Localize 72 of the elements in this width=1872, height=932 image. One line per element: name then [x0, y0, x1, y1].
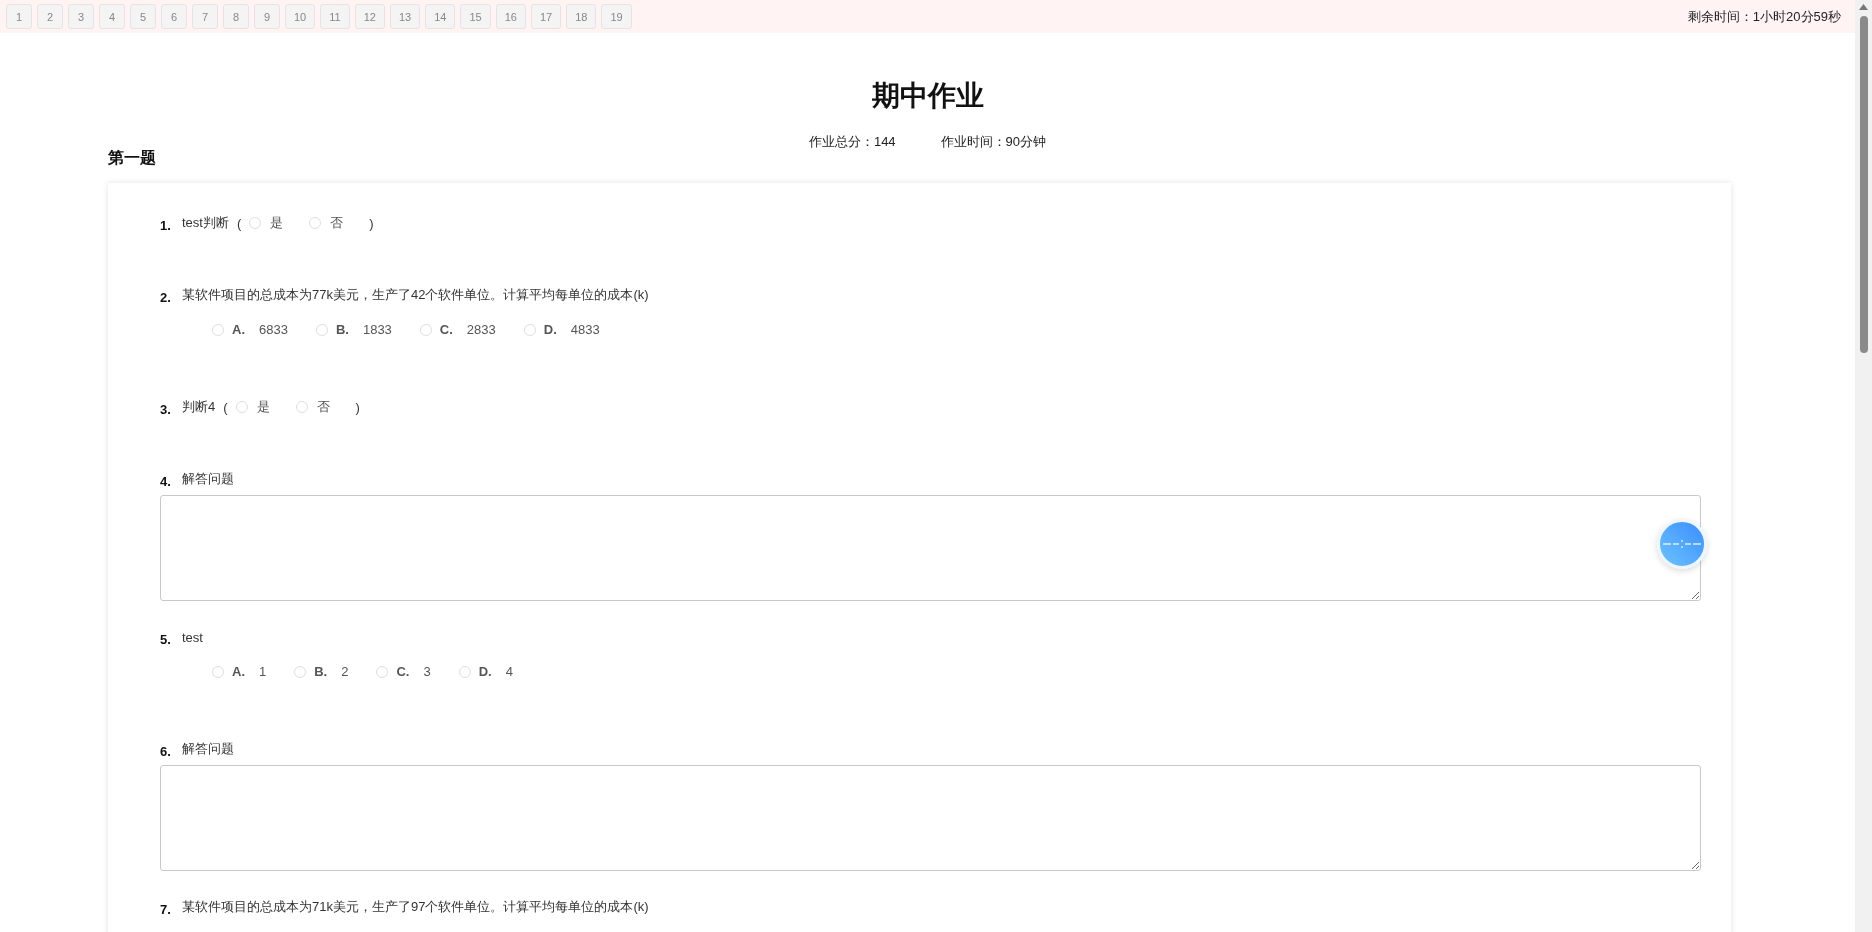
option-label: D. 4833 — [543, 322, 600, 337]
option-label: 否 — [316, 398, 330, 416]
question-number: 2. — [160, 290, 172, 305]
answer-box[interactable] — [160, 765, 1701, 871]
option-label: B. 1833 — [335, 322, 392, 337]
question-text: 解答问题 — [182, 470, 234, 488]
question-nav-button[interactable]: 3 — [68, 4, 94, 29]
dashed-line-icon — [1662, 538, 1702, 550]
question-nav-button[interactable]: 19 — [601, 4, 632, 29]
question-nav-button[interactable]: 13 — [389, 4, 421, 29]
question-number: 4. — [160, 474, 172, 489]
radio-button[interactable] — [235, 401, 248, 413]
option-label: C. 2833 — [439, 322, 496, 337]
question-nav-button[interactable]: 11 — [320, 4, 350, 29]
question-number: 7. — [160, 902, 172, 917]
question-nav-button[interactable]: 18 — [566, 4, 597, 29]
question-number: 3. — [160, 402, 172, 417]
radio-button[interactable] — [295, 401, 308, 413]
radio-button[interactable] — [249, 217, 262, 229]
radio-button[interactable] — [309, 217, 322, 229]
question-number: 5. — [160, 632, 172, 647]
question-text: 解答问题 — [182, 740, 234, 758]
option-label: C. 3 — [396, 664, 431, 679]
question-nav-button[interactable]: 14 — [425, 4, 456, 29]
question-nav-button[interactable]: 9 — [254, 4, 280, 29]
bracket: ( — [236, 215, 242, 231]
question-text: 判断4 — [182, 398, 216, 416]
radio-button[interactable] — [212, 323, 224, 336]
radio-button[interactable] — [458, 665, 471, 678]
question-nav-button[interactable]: 2 — [37, 4, 63, 29]
option-label: 是 — [270, 214, 284, 232]
radio-button[interactable] — [419, 323, 432, 336]
radio-button[interactable] — [315, 323, 328, 336]
bracket: ) — [355, 399, 360, 415]
question-nav-button[interactable]: 6 — [161, 4, 187, 29]
radio-button[interactable] — [523, 323, 536, 336]
question-nav-button[interactable]: 10 — [285, 4, 316, 29]
question-nav-button[interactable]: 5 — [130, 4, 156, 29]
question-text: test — [182, 629, 203, 645]
answer-box[interactable] — [160, 495, 1701, 601]
question-nav-button[interactable]: 17 — [530, 4, 562, 29]
bracket: ( — [223, 399, 228, 415]
scrollbar[interactable] — [1855, 0, 1872, 932]
option-label: A. 1 — [232, 664, 267, 679]
option-label: D. 4 — [478, 664, 513, 679]
radio-button[interactable] — [376, 665, 389, 678]
remaining-time: 剩余时间：1小时20分59秒 — [1687, 7, 1841, 26]
bracket: ) — [369, 215, 374, 231]
question-nav-button[interactable]: 4 — [99, 4, 125, 29]
radio-button[interactable] — [294, 665, 307, 678]
section-title: 第一题 — [108, 148, 156, 168]
option-label: 是 — [256, 398, 270, 416]
question-text: 某软件项目的总成本为77k美元，生产了42个软件单位。计算平均每单位的成本(k) — [182, 286, 649, 304]
option-label: 否 — [330, 214, 344, 232]
option-label: B. 2 — [314, 664, 349, 679]
assignment-info: 作业时间：90分钟 — [940, 133, 1047, 151]
option-label: A. 6833 — [232, 322, 288, 337]
question-nav-button[interactable]: 7 — [192, 4, 218, 29]
question-nav-button[interactable]: 1 — [6, 4, 32, 29]
radio-button[interactable] — [212, 665, 224, 678]
assignment-info: 作业总分：144 — [808, 133, 896, 151]
question-nav-button[interactable]: 8 — [223, 4, 249, 29]
question-text: 某软件项目的总成本为71k美元，生产了97个软件单位。计算平均每单位的成本(k) — [182, 898, 649, 916]
question-number: 6. — [160, 744, 172, 759]
question-nav-button[interactable]: 12 — [354, 4, 385, 29]
scroll-up-icon[interactable] — [1859, 4, 1868, 10]
question-text: test判断 — [182, 214, 229, 232]
question-number: 1. — [160, 218, 172, 233]
question-nav-button[interactable]: 16 — [495, 4, 526, 29]
scrollbar-thumb[interactable] — [1859, 16, 1868, 353]
question-nav-button[interactable]: 15 — [460, 4, 491, 29]
page-title: 期中作业 — [871, 79, 984, 113]
